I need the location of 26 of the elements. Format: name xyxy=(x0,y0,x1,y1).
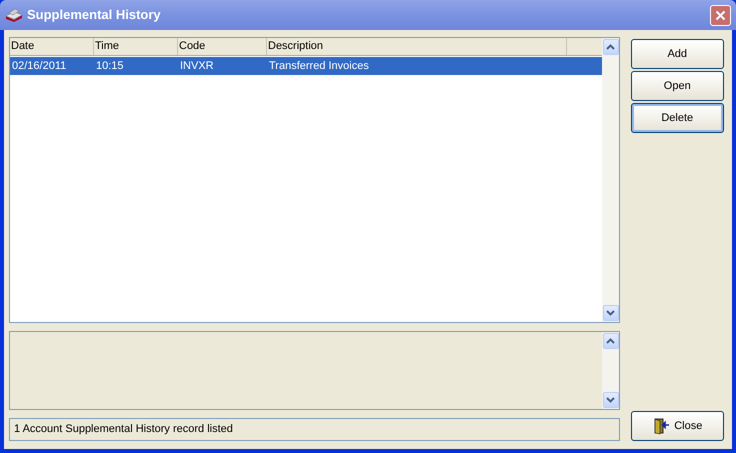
scroll-up-button[interactable] xyxy=(602,333,619,350)
column-header[interactable]: Description xyxy=(267,38,567,55)
column-header[interactable]: Time xyxy=(94,38,178,55)
column-header[interactable]: Date xyxy=(10,38,94,55)
status-text: 1 Account Supplemental History record listed xyxy=(14,422,233,438)
scroll-up-button[interactable] xyxy=(602,39,619,55)
table-cell-text: 02/16/2011 xyxy=(11,58,68,74)
scroll-down-button[interactable] xyxy=(602,305,619,322)
action-button[interactable]: Open xyxy=(630,71,724,101)
close-button[interactable]: Close xyxy=(630,411,724,441)
chevron-down-icon xyxy=(606,397,616,404)
table-cell-text: 10:15 xyxy=(95,58,125,74)
window-title: Supplemental History xyxy=(27,6,162,24)
action-button[interactable]: Add xyxy=(630,39,724,69)
books-icon xyxy=(5,7,23,23)
close-icon[interactable] xyxy=(710,4,731,26)
table-row[interactable]: 02/16/2011 10:15 INVXR Transferred Invoices xyxy=(10,57,602,75)
chevron-up-icon xyxy=(606,44,616,50)
chevron-up-icon xyxy=(606,338,616,344)
column-header[interactable]: Code xyxy=(178,38,267,55)
table-cell-text: Transferred Invoices xyxy=(268,58,370,74)
table-cell-text: INVXR xyxy=(179,58,215,74)
chevron-down-icon xyxy=(606,310,616,316)
exit-door-icon xyxy=(652,417,670,435)
scroll-down-button[interactable] xyxy=(602,392,619,408)
action-button[interactable]: Delete xyxy=(630,103,724,133)
